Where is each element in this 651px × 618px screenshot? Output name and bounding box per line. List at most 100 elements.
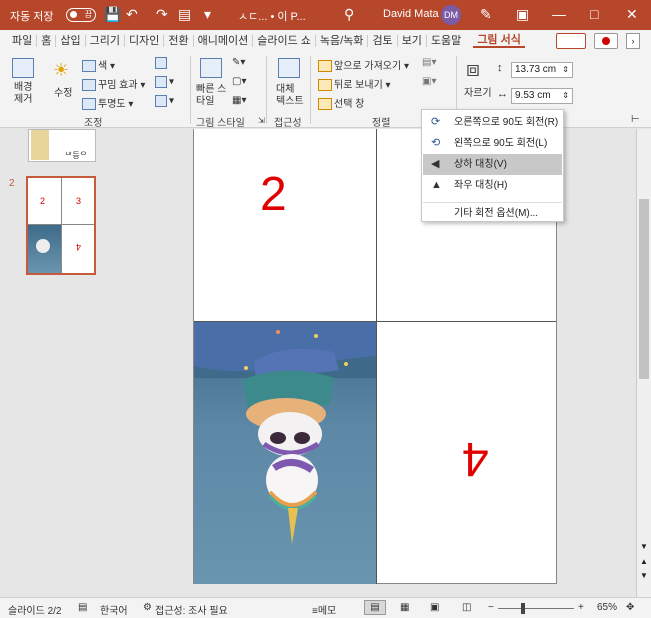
close-icon[interactable]: ✕ [626, 6, 638, 22]
record-button[interactable] [594, 33, 618, 49]
maximize-icon[interactable]: □ [590, 6, 598, 22]
selection-pane-button[interactable]: 선택 창 [318, 95, 364, 111]
next-slide-icon[interactable]: ▼ [640, 571, 648, 580]
group-label-adjust: 조정 [84, 118, 103, 129]
menu-item-flip-vertical[interactable]: ◀ 상하 대칭(V) [423, 154, 562, 175]
zoom-out-icon[interactable]: − [488, 602, 494, 613]
color-button[interactable]: 색 ▾ [82, 57, 115, 73]
scroll-down-icon[interactable]: ▼ [640, 542, 648, 551]
ribbon-scroll-icon[interactable]: › [626, 33, 640, 49]
menu-item-more-rotation[interactable]: 기타 회전 옵션(M)... [423, 203, 562, 224]
compress-icon[interactable] [155, 57, 169, 69]
send-backward-button[interactable]: 뒤로 보내기 ▾ [318, 76, 391, 92]
table-gridline [376, 321, 377, 584]
tab-view[interactable]: 보기 [398, 35, 427, 47]
tab-record[interactable]: 녹음/녹화 [316, 35, 369, 47]
picture-border-icon[interactable]: ✎▾ [232, 57, 245, 68]
scrollbar-thumb[interactable] [639, 199, 649, 379]
group-icon[interactable]: ▣▾ [422, 76, 436, 87]
menu-item-rotate-right[interactable]: ⟳ 오른쪽으로 90도 회전(R) [423, 112, 562, 133]
width-icon: ↔ [497, 88, 508, 100]
picture-layout-icon[interactable]: ▦▾ [232, 95, 246, 106]
qat-custom-icon[interactable]: ▤ [178, 6, 191, 22]
qat-more-icon[interactable]: ▾ [204, 6, 211, 22]
height-icon: ↕ [497, 62, 503, 74]
reset-picture-icon[interactable]: ▾ [155, 95, 174, 107]
tab-help[interactable]: 도움말 [427, 35, 465, 47]
minimize-icon[interactable]: — [552, 6, 566, 22]
tab-draw[interactable]: 그리기 [86, 35, 125, 47]
pen-icon[interactable]: ✎ [480, 6, 492, 22]
width-spinner-icon[interactable]: ⇕ [562, 89, 569, 103]
alt-text-button[interactable]: 대체 텍스트 [276, 84, 304, 108]
tab-design[interactable]: 디자인 [125, 35, 165, 47]
normal-view-icon[interactable]: ▤ [364, 600, 386, 615]
width-input[interactable]: 9.53 cm ⇕ [511, 88, 573, 104]
transparency-icon [82, 98, 96, 111]
thumbnail-text: ᄂᄒ등ᄋ [65, 151, 88, 160]
slide-sorter-icon[interactable]: ▦ [400, 602, 409, 613]
slide-thumbnail-2[interactable]: 2 3 4 [26, 176, 96, 275]
transparency-button[interactable]: 투명도 ▾ [82, 95, 133, 111]
vertical-scrollbar[interactable]: ▼ ▲ ▼ [636, 129, 651, 597]
slideshow-icon[interactable]: ◫ [462, 602, 471, 613]
quick-styles-button[interactable]: 빠른 스타일 [196, 84, 230, 108]
avatar[interactable]: DM [441, 5, 461, 25]
height-input[interactable]: 13.73 cm ⇕ [511, 62, 573, 78]
slide-number: 2 [9, 178, 15, 189]
redo-icon[interactable]: ↷ [156, 6, 168, 22]
corrections-button[interactable]: 수정 [54, 84, 72, 99]
remove-background-icon[interactable] [12, 58, 34, 78]
undo-icon[interactable]: ↶ [126, 6, 138, 22]
table-cell-text[interactable]: 2 [260, 167, 287, 222]
picture-effects-icon[interactable]: ▢▾ [232, 76, 246, 87]
zoom-in-icon[interactable]: + [578, 602, 584, 613]
spelling-icon[interactable]: ▤ [78, 602, 87, 613]
ribbon-separator [190, 56, 191, 124]
zoom-level[interactable]: 65% [597, 602, 617, 613]
zoom-slider[interactable] [498, 608, 574, 609]
tab-review[interactable]: 검토 [368, 35, 398, 47]
crop-icon[interactable]: ⧈ [466, 56, 480, 82]
user-name[interactable]: David Mata [383, 8, 439, 20]
flip-horizontal-icon: ▲ [431, 179, 442, 191]
menu-item-rotate-left[interactable]: ⟲ 왼쪽으로 90도 회전(L) [423, 133, 562, 154]
zoom-slider-thumb[interactable] [521, 603, 525, 614]
flipped-unicorn-photo[interactable] [194, 322, 376, 584]
accessibility-status[interactable]: 접근성: 조사 필요 [155, 602, 228, 617]
tab-slideshow[interactable]: 슬라이드 쇼 [253, 35, 316, 47]
tab-animations[interactable]: 애니메이션 [194, 35, 254, 47]
fit-to-window-icon[interactable]: ✥ [626, 602, 634, 613]
bring-forward-button[interactable]: 앞으로 가져오기 ▾ [318, 57, 409, 73]
remove-background-button[interactable]: 배경 제거 [14, 82, 34, 106]
ribbon-display-icon[interactable]: ▣ [516, 6, 529, 22]
slide-thumbnail-1[interactable]: ᄂᄒ등ᄋ [28, 129, 96, 162]
save-icon[interactable]: 💾 [104, 6, 121, 22]
pin-ribbon-icon[interactable]: ⊢ [631, 114, 640, 125]
alt-text-icon[interactable] [278, 58, 300, 78]
change-picture-icon[interactable]: ▾ [155, 76, 174, 88]
ribbon-separator [266, 56, 267, 124]
tab-file[interactable]: 파일 [8, 35, 38, 47]
reading-view-icon[interactable]: ▣ [430, 602, 439, 613]
notes-button[interactable]: ≡메모 [312, 602, 336, 617]
tab-home[interactable]: 홈 [37, 35, 57, 47]
tab-insert[interactable]: 삽입 [56, 35, 86, 47]
autosave-toggle[interactable]: 끔 [66, 8, 96, 22]
document-title[interactable]: ㅅㄷ... • 이 P... [238, 8, 306, 24]
tab-transitions[interactable]: 전환 [164, 35, 194, 47]
language-indicator[interactable]: 한국어 [100, 602, 128, 617]
align-icon[interactable]: ▤▾ [422, 57, 436, 68]
quick-styles-icon[interactable] [200, 58, 222, 78]
artistic-effects-button[interactable]: 꾸밈 효과 ▾ [82, 76, 145, 92]
table-cell-text[interactable]: 4 [462, 431, 489, 486]
dialog-launcher-icon[interactable]: ⇲ [258, 116, 265, 125]
tab-picture-format[interactable]: 그림 서식 [473, 34, 525, 48]
menu-item-flip-horizontal[interactable]: ▲ 좌우 대칭(H) [423, 175, 562, 196]
corrections-icon[interactable]: ☀ [53, 60, 69, 81]
comments-button[interactable] [556, 33, 586, 49]
height-spinner-icon[interactable]: ⇕ [562, 63, 569, 77]
search-icon[interactable]: ⚲ [344, 6, 354, 22]
crop-button[interactable]: 자르기 [464, 84, 492, 99]
previous-slide-icon[interactable]: ▲ [640, 557, 648, 566]
